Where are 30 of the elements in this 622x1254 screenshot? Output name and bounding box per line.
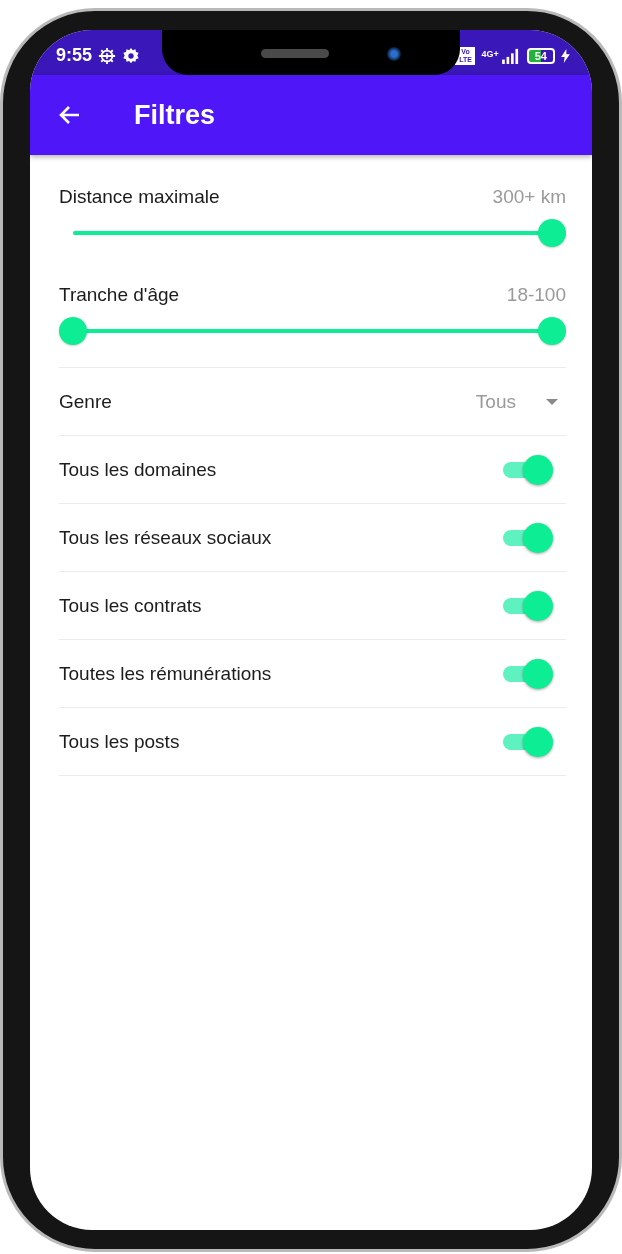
- setting-label: Tous les réseaux sociaux: [59, 526, 272, 549]
- signal-icon: [500, 47, 521, 64]
- toggle-switch[interactable]: [501, 590, 553, 621]
- caret-icon: [546, 398, 558, 405]
- slider-value: 300+ km: [492, 186, 566, 208]
- setting-label: Tranche d'âge: [59, 284, 180, 306]
- charging-icon: [561, 48, 570, 63]
- camera-lens: [387, 46, 401, 61]
- toggle-switch[interactable]: [501, 658, 553, 689]
- toggle-switch[interactable]: [501, 726, 553, 757]
- slider-thumb[interactable]: [538, 317, 566, 345]
- network-type: 4G+: [481, 48, 499, 59]
- setting-label: Genre: [59, 390, 112, 413]
- setting-label: Toutes les rémunérations: [59, 662, 272, 685]
- setting-label: Distance maximale: [59, 186, 220, 208]
- battery-indicator: 54: [526, 47, 555, 64]
- slider-thumb[interactable]: [538, 219, 566, 247]
- toggle-switch[interactable]: [501, 454, 553, 485]
- gear-icon: [98, 46, 117, 65]
- slider-value: 18-100: [506, 284, 566, 306]
- genre-dropdown[interactable]: Tous: [475, 390, 566, 413]
- toggle-switch[interactable]: [501, 522, 553, 553]
- settings-icon: [122, 46, 141, 65]
- screen-title: Filtres: [134, 99, 216, 131]
- setting-label: Tous les contrats: [59, 594, 202, 617]
- setting-label: Tous les domaines: [59, 458, 217, 481]
- status-time: 9:55: [56, 45, 93, 66]
- setting-label: Tous les posts: [59, 730, 180, 753]
- slider-thumb[interactable]: [59, 317, 87, 345]
- speaker-grille: [261, 49, 329, 58]
